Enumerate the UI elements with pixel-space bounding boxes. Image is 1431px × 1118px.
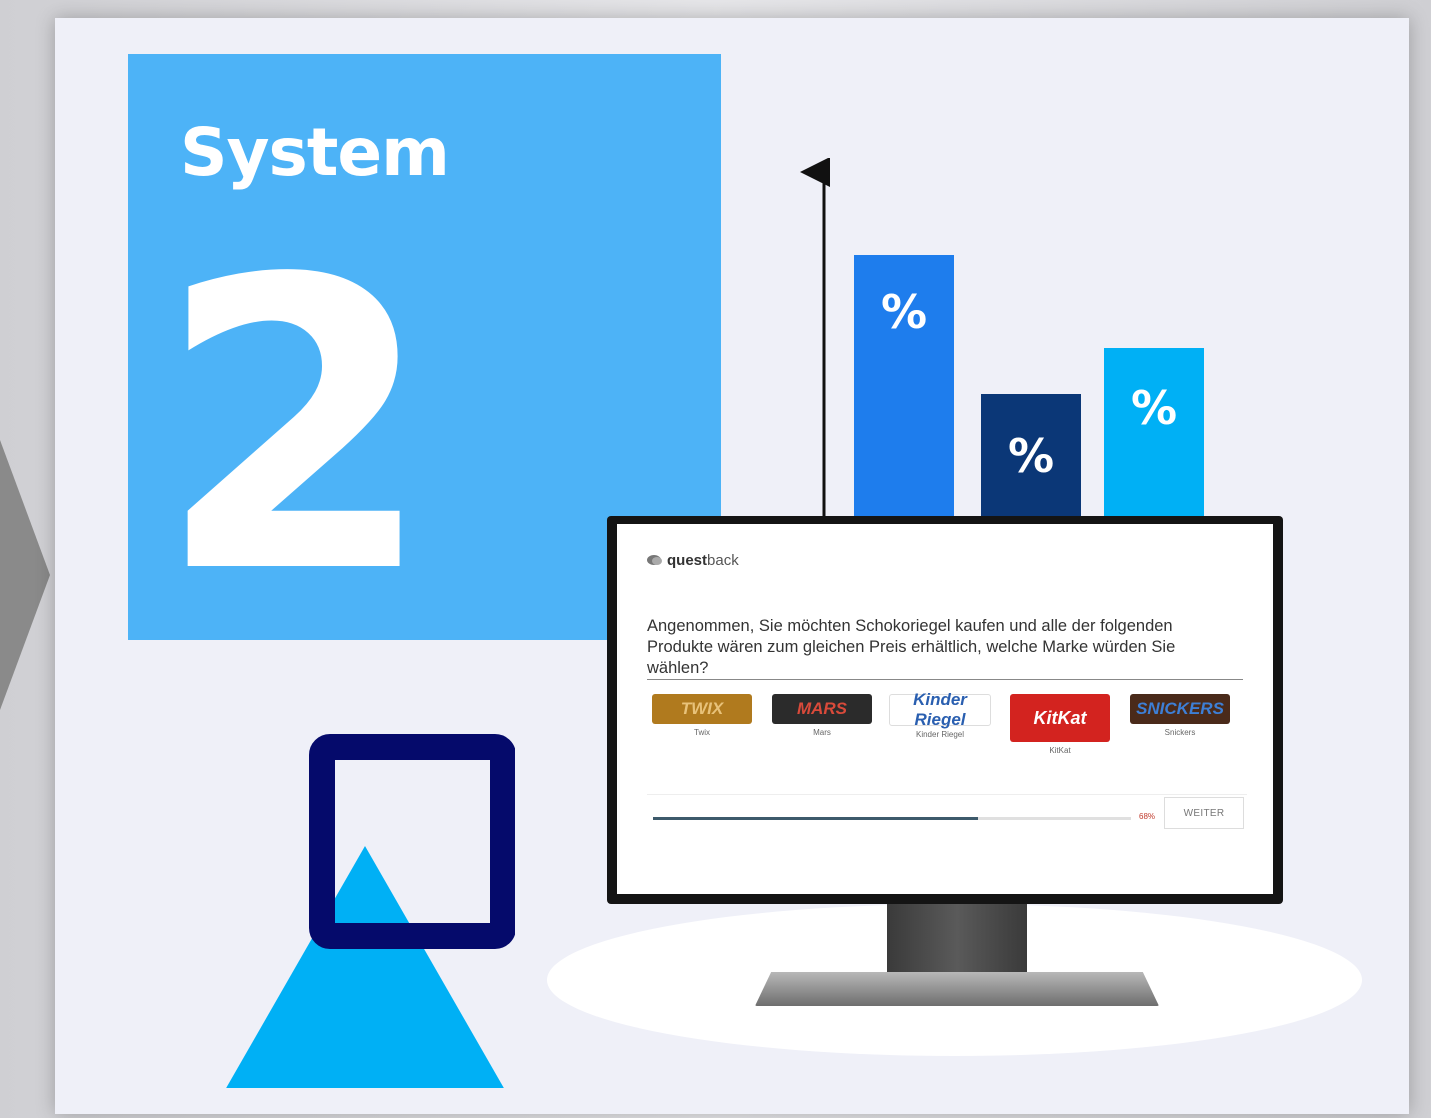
chart-bar-label-1: % <box>881 285 927 339</box>
product-label: Mars <box>813 728 831 737</box>
monitor-bezel: questback Angenommen, Sie möchten Schoko… <box>607 516 1283 904</box>
product-image: MARS <box>772 694 872 724</box>
survey-screen: questback Angenommen, Sie möchten Schoko… <box>617 524 1273 894</box>
product-option-kinder-riegel[interactable]: Kinder Riegel Kinder Riegel <box>885 686 995 739</box>
progress-row: 68% WEITER <box>647 794 1247 835</box>
progress-fill <box>653 817 979 820</box>
slide-panel: System 2 %%% questback Angenommen, Sie m… <box>55 18 1409 1114</box>
product-image: Kinder Riegel <box>889 690 991 729</box>
chart-bar-label-3: % <box>1131 381 1177 435</box>
slide-number: 2 <box>156 196 435 661</box>
product-image: KitKat <box>1010 694 1110 742</box>
product-options: TWIX Twix MARS Mars Kinder Riegel Kinder Rieg… <box>647 686 1247 776</box>
monitor-stand-base <box>755 972 1159 1006</box>
product-label: Kinder Riegel <box>915 730 965 739</box>
brand-name: questback <box>667 552 739 569</box>
questback-logo: questback <box>647 552 739 569</box>
decorative-shapes <box>226 734 515 1088</box>
monitor: questback Angenommen, Sie möchten Schoko… <box>607 516 1283 1016</box>
slide-title: System <box>180 114 450 191</box>
question-divider <box>647 679 1243 680</box>
product-image: SNICKERS <box>1130 694 1230 724</box>
product-label: Snickers <box>1164 728 1196 737</box>
product-option-snickers[interactable]: SNICKERS Snickers <box>1125 686 1235 737</box>
progress-bar <box>653 817 1131 820</box>
previous-chevron-arrow <box>0 440 50 710</box>
product-image: TWIX <box>652 694 752 724</box>
chart-bar-3 <box>1104 348 1204 538</box>
progress-percent: 68% <box>1139 812 1156 821</box>
product-option-twix[interactable]: TWIX Twix <box>647 686 757 737</box>
bar-chart: %%% <box>800 158 1204 538</box>
product-label: Twix <box>694 728 710 737</box>
product-label: KitKat <box>1049 746 1071 755</box>
survey-question: Angenommen, Sie möchten Schokoriegel kau… <box>647 617 1176 677</box>
speech-bubble-icon <box>647 554 662 565</box>
next-button[interactable]: WEITER <box>1164 797 1244 829</box>
monitor-stand-neck <box>887 904 1027 976</box>
triangle-shape <box>226 846 504 1088</box>
product-option-kitkat[interactable]: KitKat KitKat <box>1005 686 1115 755</box>
product-option-mars[interactable]: MARS Mars <box>767 686 877 737</box>
chart-bar-label-2: % <box>1008 429 1054 483</box>
